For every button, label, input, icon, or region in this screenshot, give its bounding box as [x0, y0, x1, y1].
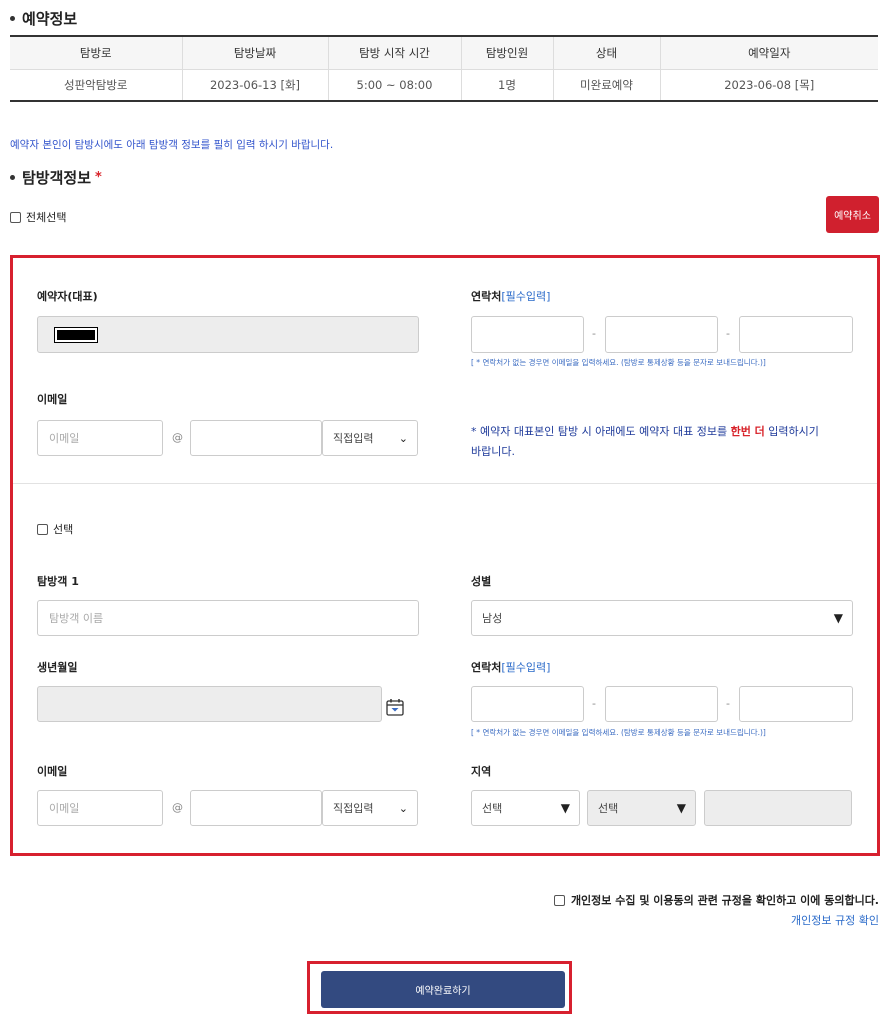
- select-all-checkbox[interactable]: [10, 211, 21, 223]
- table-cell: 성판악탐방로: [10, 69, 182, 102]
- table-header: 예약일자: [659, 35, 878, 70]
- table-cell: 미완료예약: [552, 69, 660, 102]
- visitor-section-title: 탐방객정보 *: [10, 167, 102, 188]
- redacted-name-icon: [54, 326, 98, 343]
- table-row: 성판악탐방로 2023-06-13 [화] 5:00 ~ 08:00 1명 미완…: [10, 69, 878, 102]
- bullet-icon: [10, 16, 15, 21]
- visitor1-gender-select[interactable]: 남성 ▼: [471, 600, 853, 636]
- visitor1-email-label: 이메일: [37, 765, 68, 778]
- table-header-row: 탐방로 탐방날짜 탐방 시작 시간 탐방인원 상태 예약일자: [10, 35, 878, 70]
- table-header: 탐방인원: [460, 35, 553, 70]
- complete-reservation-button[interactable]: 예약완료하기: [321, 971, 565, 1008]
- caret-down-icon: ▼: [676, 801, 686, 815]
- rep-contact-label: 연락처[필수입력]: [471, 290, 551, 303]
- dash: -: [726, 697, 730, 710]
- table-cell: 2023-06-08 [목]: [659, 69, 878, 102]
- reservation-title: 예약정보: [10, 8, 77, 29]
- required-mark: *: [95, 170, 102, 185]
- rep-phone-3-input[interactable]: [739, 316, 853, 353]
- visitor1-name-label: 탐방객 1: [37, 575, 79, 588]
- table-header: 탐방로: [10, 35, 182, 70]
- visitor1-region-select-1[interactable]: 선택 ▼: [471, 790, 580, 826]
- bullet-icon: [10, 175, 15, 180]
- rep-contact-help: [ * 연락처가 없는 경우면 이메일을 입력하세요. (탐방로 통제상황 등을…: [471, 358, 766, 367]
- at-sign: @: [172, 431, 183, 444]
- visitor1-birth-input[interactable]: [37, 686, 382, 722]
- visitor1-phone-2-input[interactable]: [605, 686, 718, 722]
- notice-text: 예약자 본인이 탐방시에도 아래 탐방객 정보를 필히 입력 하시기 바랍니다.: [10, 139, 334, 151]
- privacy-agreement[interactable]: 개인정보 수집 및 이용동의 관련 규정을 확인하고 이에 동의합니다.: [553, 892, 879, 908]
- representative-name-field: [37, 316, 419, 353]
- table-cell: 2023-06-13 [화]: [181, 69, 328, 102]
- visitor1-region-detail-input[interactable]: [704, 790, 852, 826]
- visitor1-region-label: 지역: [471, 765, 492, 778]
- rep-email-domain-input[interactable]: [190, 420, 322, 456]
- dash: -: [592, 327, 596, 340]
- visitor1-email-domain-select[interactable]: 직접입력 ⌄: [322, 790, 418, 826]
- rep-email-id-input[interactable]: 이메일: [37, 420, 163, 456]
- rep-email-label: 이메일: [37, 393, 68, 406]
- visitor1-contact-label: 연락처[필수입력]: [471, 661, 551, 674]
- rep-phone-1-input[interactable]: [471, 316, 584, 353]
- reservation-table: 탐방로 탐방날짜 탐방 시작 시간 탐방인원 상태 예약일자 성판악탐방로 20…: [10, 35, 878, 102]
- visitor1-gender-label: 성별: [471, 575, 492, 588]
- visitor1-select[interactable]: 선택: [37, 521, 73, 537]
- visitor1-birth-label: 생년월일: [37, 661, 78, 674]
- visitor1-name-input[interactable]: 탐방객 이름: [37, 600, 419, 636]
- visitor1-phone-3-input[interactable]: [739, 686, 853, 722]
- visitor1-phone-1-input[interactable]: [471, 686, 584, 722]
- visitor1-email-id-input[interactable]: 이메일: [37, 790, 163, 826]
- table-cell: 5:00 ~ 08:00: [327, 69, 461, 102]
- chevron-down-icon: ⌄: [398, 431, 408, 445]
- at-sign: @: [172, 801, 183, 814]
- dash: -: [726, 327, 730, 340]
- calendar-icon[interactable]: [386, 698, 404, 716]
- cancel-reservation-button[interactable]: 예약취소: [826, 196, 879, 233]
- privacy-agree-checkbox[interactable]: [553, 894, 565, 906]
- visitor1-checkbox[interactable]: [37, 523, 48, 535]
- table-header: 탐방 시작 시간: [327, 35, 461, 70]
- caret-down-icon: ▼: [560, 801, 570, 815]
- visitor1-email-domain-input[interactable]: [190, 790, 322, 826]
- caret-down-icon: ▼: [833, 611, 843, 625]
- visitor1-region-select-2[interactable]: 선택 ▼: [587, 790, 696, 826]
- rep-phone-2-input[interactable]: [605, 316, 718, 353]
- representative-note: * 예약자 대표본인 탐방 시 아래에도 예약자 대표 정보를 한번 더 입력하…: [471, 425, 819, 458]
- table-header: 상태: [552, 35, 660, 70]
- privacy-policy-link[interactable]: 개인정보 규정 확인: [791, 912, 879, 928]
- section-divider: [13, 483, 877, 484]
- representative-label: 예약자(대표): [37, 290, 98, 303]
- chevron-down-icon: ⌄: [398, 801, 408, 815]
- dash: -: [592, 697, 596, 710]
- table-cell: 1명: [460, 69, 553, 102]
- select-all[interactable]: 전체선택: [10, 209, 66, 225]
- table-header: 탐방날짜: [181, 35, 328, 70]
- rep-email-domain-select[interactable]: 직접입력 ⌄: [322, 420, 418, 456]
- visitor1-contact-help: [ * 연락처가 없는 경우면 이메일을 입력하세요. (탐방로 통제상황 등을…: [471, 728, 766, 737]
